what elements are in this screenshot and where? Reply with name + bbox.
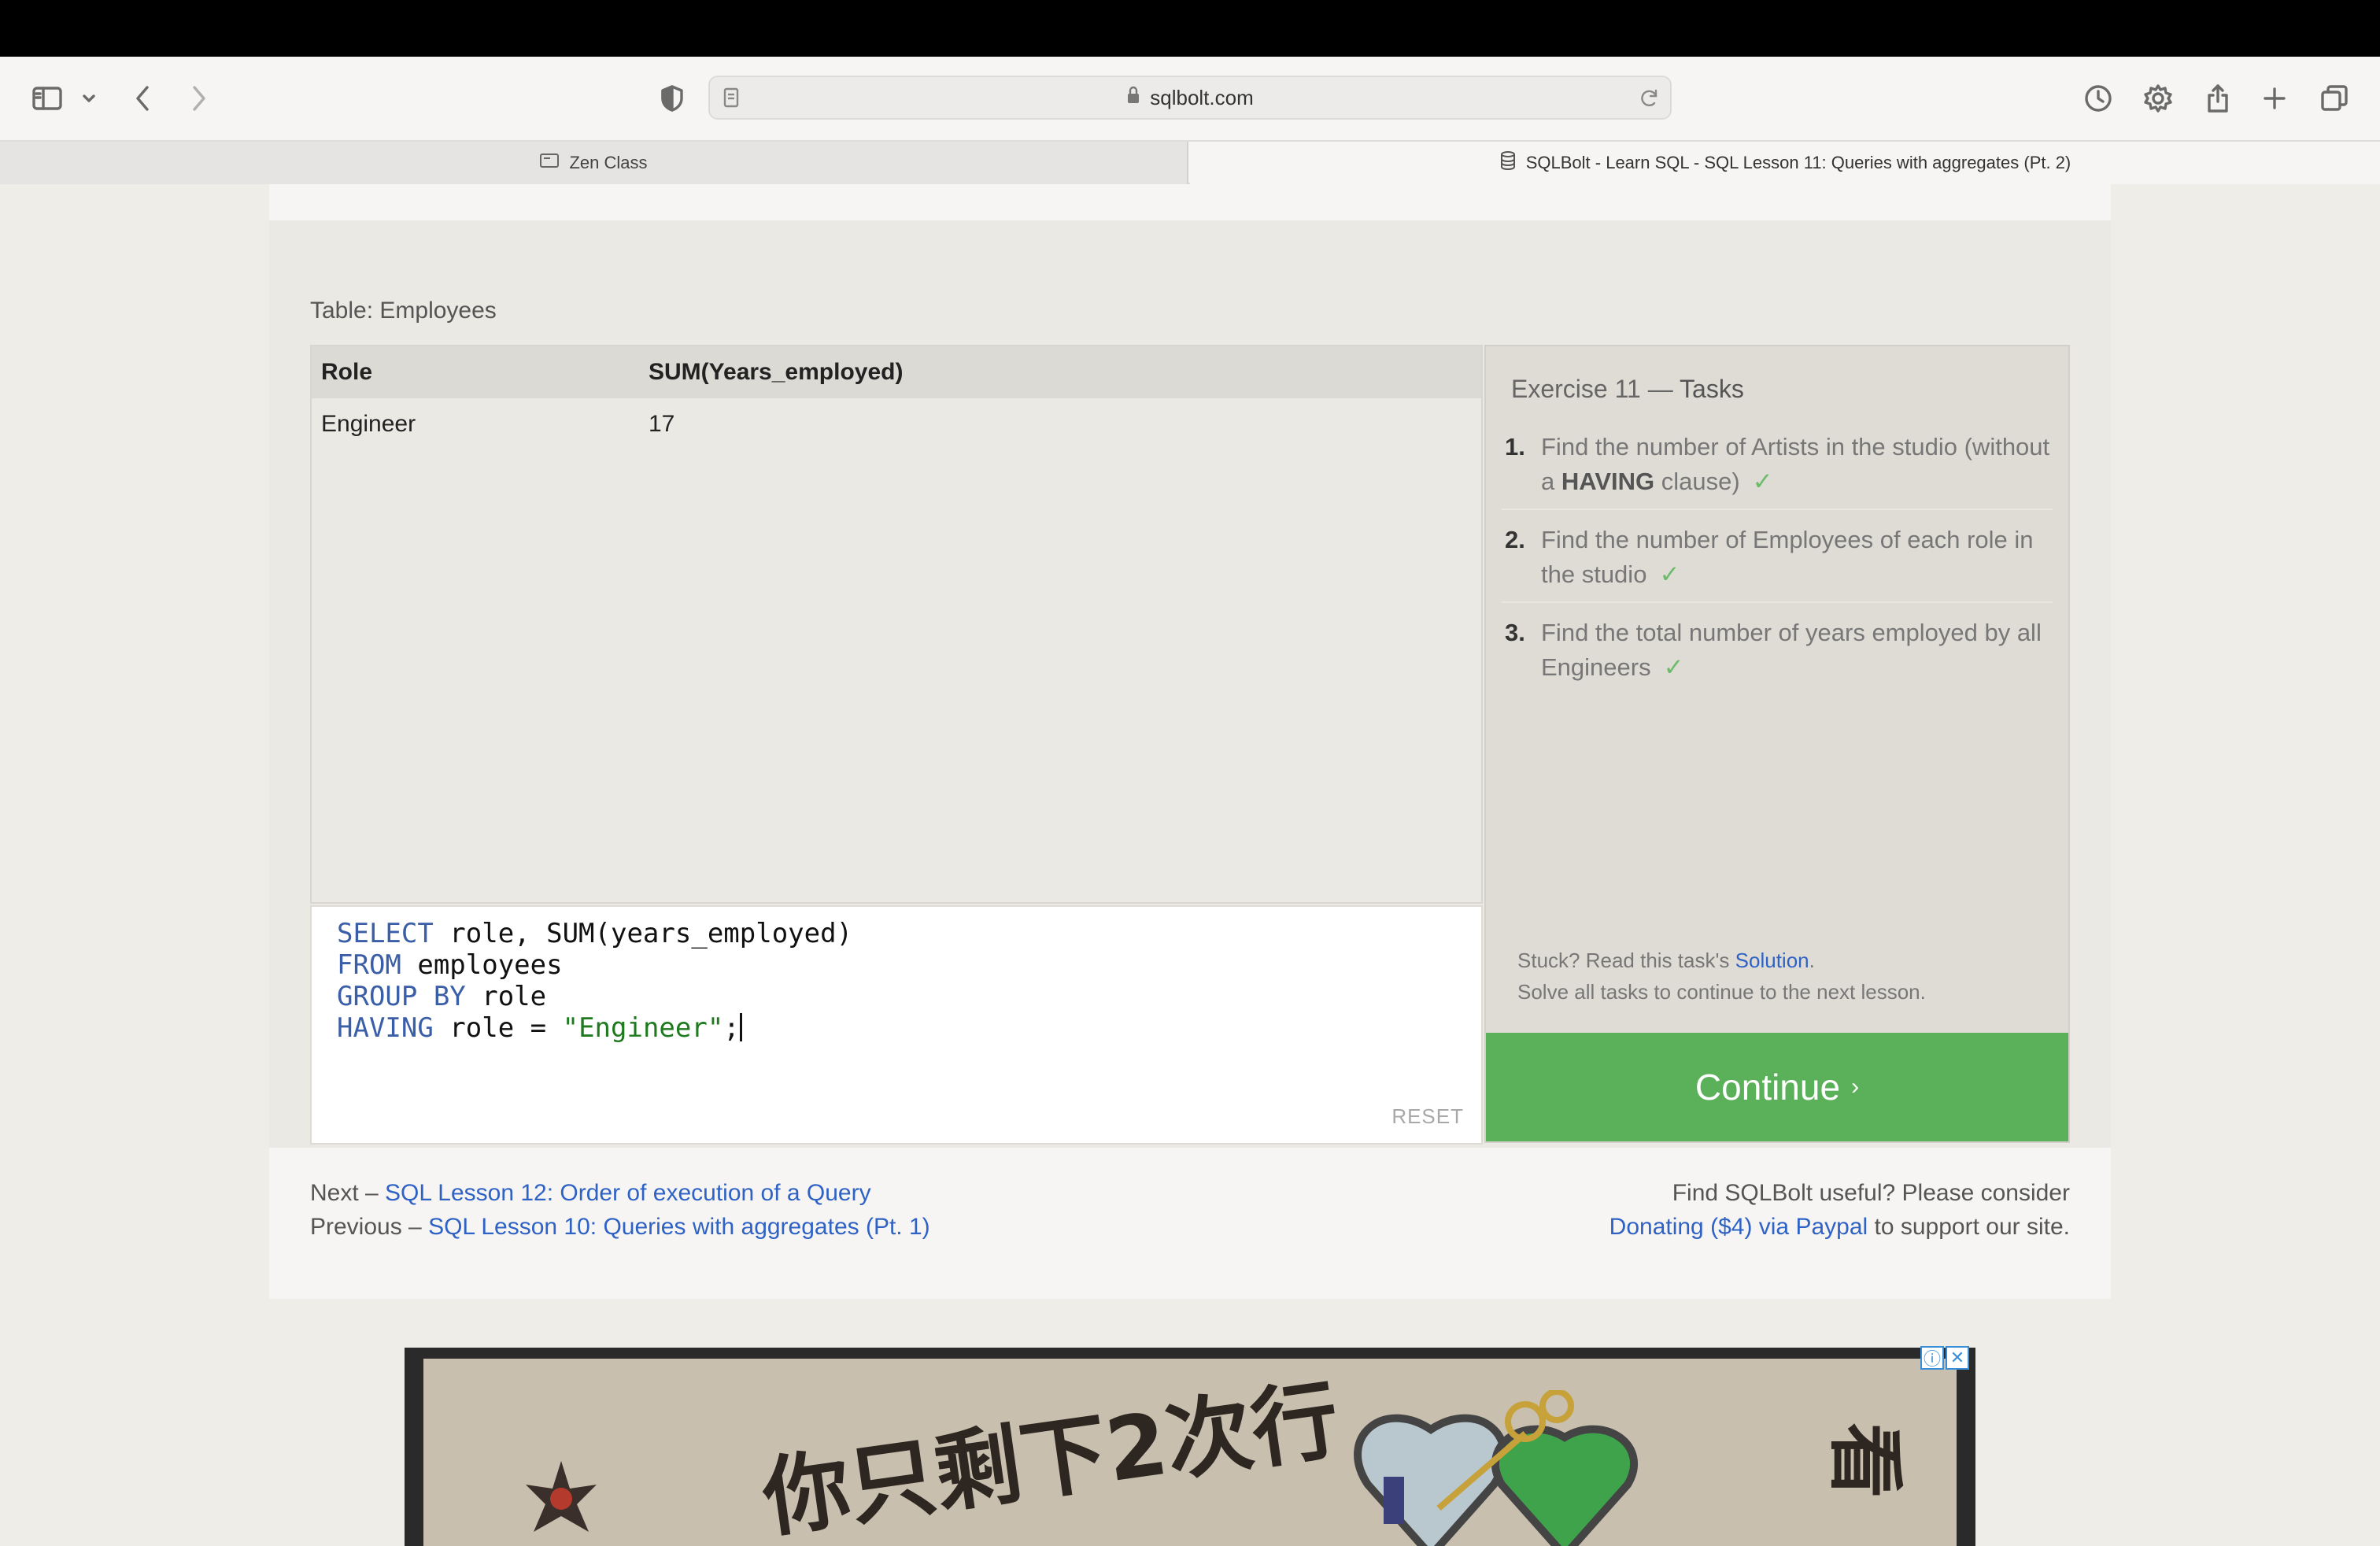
donation-note: Find SQLBolt useful? Please consider Don… xyxy=(1609,1180,2070,1240)
tab-overview-icon[interactable] xyxy=(2319,77,2350,120)
previous-lesson-link[interactable]: SQL Lesson 10: Queries with aggregates (… xyxy=(428,1214,930,1240)
exercise-area: Table: Employees Role SUM(Years_employed… xyxy=(269,220,2111,1148)
column-header-role: Role xyxy=(321,359,373,385)
reset-button[interactable]: RESET xyxy=(1391,1104,1464,1129)
task-item: 2. Find the number of Employees of each r… xyxy=(1502,523,2053,603)
task-list: 1. Find the number of Artists in the stud… xyxy=(1502,430,2053,707)
database-icon xyxy=(1499,150,1517,176)
tab-zen-class[interactable]: Zen Class xyxy=(0,142,1188,184)
menu-bar-strip xyxy=(0,0,2380,57)
code-line: FROM employees xyxy=(337,949,563,981)
heart-key-illustration-icon xyxy=(1354,1390,1638,1546)
ad-close-icon[interactable]: ✕ xyxy=(1946,1346,1969,1370)
ad-controls: ⓘ ✕ xyxy=(1920,1346,1969,1370)
donate-link[interactable]: Donating ($4) via Paypal xyxy=(1609,1214,1868,1240)
ad-info-icon[interactable]: ⓘ xyxy=(1920,1346,1944,1370)
solution-link[interactable]: Solution xyxy=(1735,949,1809,972)
table-cell: 17 xyxy=(649,411,675,437)
help-text: Stuck? Read this task's Solution. Solve … xyxy=(1517,949,1926,1004)
code-line: GROUP BY role xyxy=(337,981,547,1012)
gear-icon[interactable] xyxy=(2142,77,2174,120)
back-icon[interactable] xyxy=(131,77,154,120)
chevron-down-icon[interactable] xyxy=(79,77,99,120)
favicon-icon xyxy=(539,153,560,173)
forward-icon[interactable] xyxy=(187,77,211,120)
query-text[interactable]: SELECT role, SUM(years_employed) FROM em… xyxy=(337,918,852,1044)
reload-icon[interactable] xyxy=(1639,87,1661,112)
address-bar[interactable]: sqlbolt.com xyxy=(708,76,1672,120)
next-lesson-link[interactable]: SQL Lesson 12: Order of execution of a Q… xyxy=(385,1180,871,1206)
ad-side-text: 看 xyxy=(1820,1422,1909,1499)
results-table: Role SUM(Years_employed) Engineer 17 xyxy=(310,345,1483,904)
continue-button[interactable]: Continue › xyxy=(1486,1033,2068,1141)
code-line: SELECT role, SUM(years_employed) xyxy=(337,918,853,949)
results-header: Role SUM(Years_employed) xyxy=(312,346,1481,398)
ad-headline: 你只剩下2次行 xyxy=(756,1369,1345,1546)
tab-bar: Zen Class SQLBolt - Learn SQL - SQL Less… xyxy=(0,140,2380,184)
lesson-page: Table: Employees Role SUM(Years_employed… xyxy=(269,184,2111,1299)
share-icon[interactable] xyxy=(2204,77,2232,120)
new-tab-icon[interactable] xyxy=(2260,77,2289,120)
chevron-right-icon: › xyxy=(1851,1074,1860,1100)
crown-emblem-icon xyxy=(526,1461,597,1532)
task-item: 3. Find the total number of years employe… xyxy=(1505,619,2042,681)
advertisement-banner[interactable]: 你只剩下2次行 看 xyxy=(405,1348,1975,1546)
text-cursor xyxy=(739,1013,742,1041)
tab-label: SQLBolt - Learn SQL - SQL Lesson 11: Que… xyxy=(1525,153,2071,172)
tab-label: Zen Class xyxy=(569,153,648,172)
task-item: 1. Find the number of Artists in the stud… xyxy=(1502,430,2053,510)
query-editor[interactable]: SELECT role, SUM(years_employed) FROM em… xyxy=(310,905,1483,1145)
history-icon[interactable] xyxy=(2082,77,2114,120)
table-cell: Engineer xyxy=(321,411,416,437)
lesson-navigation: Next – SQL Lesson 12: Order of execution… xyxy=(310,1180,930,1240)
lock-icon xyxy=(1126,86,1140,110)
tasks-panel: Exercise 11 — Tasks 1. Find the number of… xyxy=(1484,345,2070,1143)
browser-toolbar: sqlbolt.com xyxy=(0,57,2380,140)
sidebar-toggle-icon[interactable] xyxy=(30,77,65,120)
tab-sqlbolt[interactable]: SQLBolt - Learn SQL - SQL Lesson 11: Que… xyxy=(1190,142,2380,184)
tasks-title: Exercise 11 — Tasks xyxy=(1511,375,1744,403)
checkmark-icon: ✓ xyxy=(1663,653,1684,681)
checkmark-icon: ✓ xyxy=(1752,468,1773,495)
checkmark-icon: ✓ xyxy=(1659,560,1680,588)
code-line: HAVING role = "Engineer"; xyxy=(337,1012,742,1044)
privacy-shield-icon[interactable] xyxy=(658,77,686,120)
column-header-sum: SUM(Years_employed) xyxy=(649,359,904,385)
url-text: sqlbolt.com xyxy=(1150,85,1254,109)
table-label: Table: Employees xyxy=(310,298,497,324)
